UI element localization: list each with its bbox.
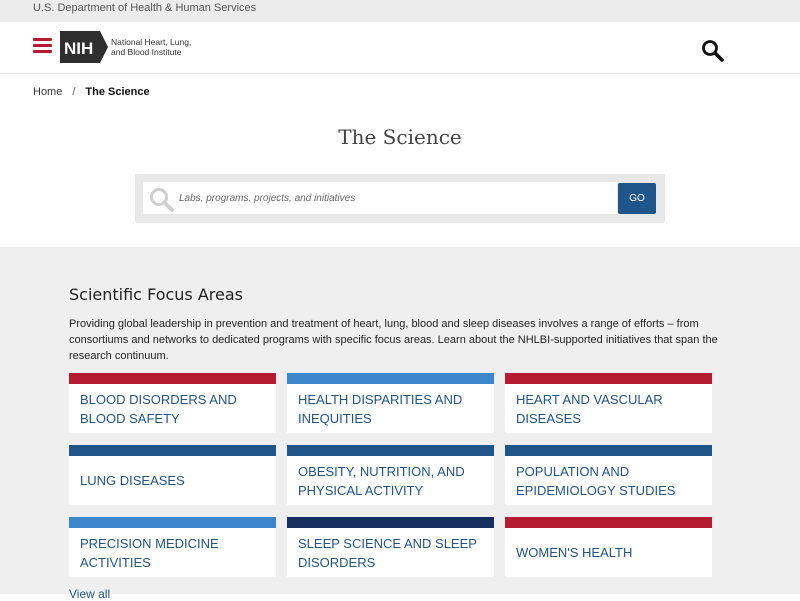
- focus-card-lung-diseases[interactable]: LUNG DISEASES: [69, 445, 276, 505]
- science-search: GO: [135, 174, 665, 223]
- focus-card-obesity-nutrition[interactable]: OBESITY, NUTRITION, AND PHYSICAL ACTIVIT…: [287, 445, 494, 505]
- go-button[interactable]: GO: [618, 183, 656, 214]
- focus-card-heart-vascular[interactable]: HEART AND VASCULAR DISEASES: [505, 373, 712, 433]
- nih-logo-text: NIH: [64, 39, 93, 58]
- focus-areas-description: Providing global leadership in preventio…: [69, 318, 718, 362]
- hhs-agency-link[interactable]: U.S. Department of Health & Human Servic…: [33, 2, 256, 14]
- hhs-topbar: U.S. Department of Health & Human Servic…: [0, 0, 800, 22]
- focus-card-blood-disorders[interactable]: BLOOD DISORDERS AND BLOOD SAFETY: [69, 373, 276, 433]
- breadcrumb-current: The Science: [85, 86, 150, 98]
- search-magnifier-icon: [150, 188, 174, 212]
- site-header: NIH National Heart, Lung, and Blood Inst…: [0, 22, 800, 74]
- search-field: [143, 182, 617, 214]
- card-label: LUNG DISEASES: [80, 473, 185, 488]
- breadcrumb: Home / The Science: [33, 86, 150, 98]
- focus-card-population-epidemiology[interactable]: POPULATION AND EPIDEMIOLOGY STUDIES: [505, 445, 712, 505]
- focus-areas-title: Scientific Focus Areas: [69, 285, 243, 304]
- breadcrumb-separator: /: [72, 86, 76, 98]
- institute-name-line2: and Blood Institute: [111, 47, 182, 57]
- page-title: The Science: [338, 125, 462, 149]
- focus-card-health-disparities[interactable]: HEALTH DISPARITIES AND INEQUITIES: [287, 373, 494, 433]
- card-color-bar: [287, 517, 494, 528]
- view-all-link[interactable]: View all: [69, 587, 110, 601]
- focus-areas-section: Scientific Focus Areas Providing global …: [0, 247, 800, 601]
- card-label: OBESITY, NUTRITION, AND PHYSICAL ACTIVIT…: [298, 463, 465, 498]
- card-label: SLEEP SCIENCE AND SLEEP DISORDERS: [298, 535, 477, 570]
- card-color-bar: [505, 445, 712, 456]
- card-color-bar: [69, 373, 276, 384]
- card-label: WOMEN'S HEALTH: [516, 545, 633, 560]
- card-label: HEART AND VASCULAR DISEASES: [516, 391, 663, 426]
- card-color-bar: [287, 445, 494, 456]
- institute-name-line1: National Heart, Lung,: [111, 37, 192, 47]
- card-color-bar: [69, 517, 276, 528]
- focus-card-sleep-science[interactable]: SLEEP SCIENCE AND SLEEP DISORDERS: [287, 517, 494, 577]
- card-color-bar: [287, 373, 494, 384]
- focus-card-precision-medicine[interactable]: PRECISION MEDICINE ACTIVITIES: [69, 517, 276, 577]
- card-color-bar: [505, 517, 712, 528]
- breadcrumb-home[interactable]: Home: [33, 86, 62, 98]
- card-label: PRECISION MEDICINE ACTIVITIES: [80, 535, 219, 570]
- card-label: POPULATION AND EPIDEMIOLOGY STUDIES: [516, 463, 676, 498]
- institute-name[interactable]: National Heart, Lung, and Blood Institut…: [111, 37, 191, 57]
- card-color-bar: [505, 373, 712, 384]
- search-icon[interactable]: [700, 38, 726, 64]
- menu-icon[interactable]: [33, 38, 52, 53]
- focus-card-womens-health[interactable]: WOMEN'S HEALTH: [505, 517, 712, 577]
- card-label: HEALTH DISPARITIES AND INEQUITIES: [298, 391, 463, 426]
- card-color-bar: [69, 445, 276, 456]
- search-input[interactable]: [179, 182, 609, 214]
- nih-logo[interactable]: NIH: [60, 31, 108, 63]
- card-label: BLOOD DISORDERS AND BLOOD SAFETY: [80, 391, 237, 426]
